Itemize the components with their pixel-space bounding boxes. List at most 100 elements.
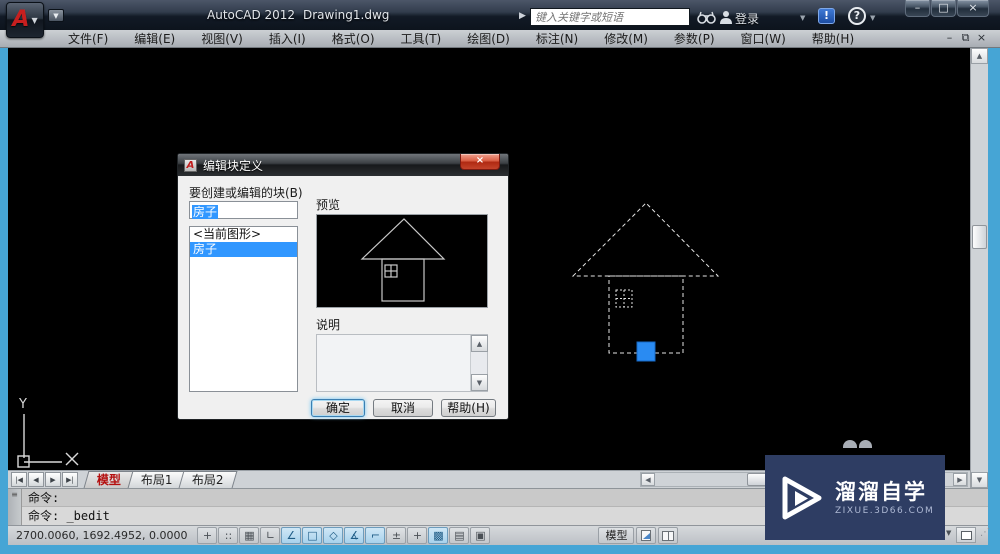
block-list-item-house[interactable]: 房子 (190, 242, 297, 257)
app-title: AutoCAD 2012 (207, 8, 296, 22)
description-scroll-down-icon[interactable]: ▼ (471, 374, 488, 391)
dialog-close-button[interactable]: × (460, 154, 500, 170)
menu-item-format[interactable]: 格式(O) (319, 30, 388, 48)
toggle-icon: ⌐ (370, 529, 381, 542)
toggle-infer-constraints[interactable]: + (197, 527, 218, 544)
menu-item-edit[interactable]: 编辑(E) (121, 30, 188, 48)
help-button[interactable]: 帮助(H) (441, 399, 496, 417)
application-menu-button[interactable]: A ▼ (6, 2, 44, 38)
scroll-up-icon[interactable]: ▲ (971, 48, 988, 64)
watermark-play-logo-icon (782, 476, 822, 519)
status-toggles: + :: ▦ ∟ ∠ □ ◇ ∡ ⌐ ± + ▩ ▤ ▣ (197, 527, 491, 544)
toggle-icon: :: (224, 529, 233, 542)
toggle-grid-display[interactable]: ▦ (239, 527, 260, 544)
toggle-object-snap[interactable]: □ (302, 527, 323, 544)
mdi-close-button[interactable]: × (974, 31, 989, 45)
toggle-icon: + (412, 529, 423, 542)
toggle-lineweight[interactable]: + (407, 527, 428, 544)
block-list-item-current-drawing[interactable]: <当前图形> (190, 227, 297, 242)
menu-item-window[interactable]: 窗口(W) (728, 30, 799, 48)
quick-view-drawings-button[interactable] (658, 527, 679, 544)
house-body (608, 275, 684, 354)
ucs-icon (17, 414, 79, 468)
roof-triangle (571, 202, 720, 277)
tab-model[interactable]: 模型 (83, 471, 135, 488)
mdi-restore-button[interactable]: ⧉ (958, 31, 973, 45)
user-icon[interactable] (719, 8, 733, 26)
watermark-title: 溜溜自学 (835, 479, 927, 504)
scroll-left-icon[interactable]: ◀ (641, 473, 655, 486)
scroll-right-icon[interactable]: ▶ (953, 473, 967, 486)
toggle-selection-cycling[interactable]: ▣ (470, 527, 491, 544)
resize-grip-icon[interactable]: ⋰ (980, 527, 990, 538)
toggle-snap-mode[interactable]: :: (218, 527, 239, 544)
tab-last-icon[interactable]: ▶| (62, 472, 78, 487)
toggle-dynamic-ucs[interactable]: ⌐ (365, 527, 386, 544)
toggle-3d-object-snap[interactable]: ◇ (323, 527, 344, 544)
tab-layout2[interactable]: 布局2 (178, 471, 238, 488)
clean-screen-button[interactable] (956, 527, 976, 543)
cancel-button[interactable]: 取消 (373, 399, 433, 417)
statusbar-menu-caret-icon[interactable]: ▼ (946, 529, 951, 537)
command-window-grip[interactable]: ≡ (8, 489, 22, 526)
signin-caret-icon[interactable]: ▼ (800, 14, 805, 22)
tab-prev-icon[interactable]: ◀ (28, 472, 44, 487)
search-binoculars-icon[interactable] (696, 8, 718, 26)
description-field[interactable]: ▲ ▼ (316, 334, 488, 392)
help-caret-icon[interactable]: ▼ (870, 14, 875, 22)
search-flyout-arrow-icon[interactable]: ▶ (519, 11, 526, 21)
clean-screen-icon (960, 530, 972, 540)
dialog-body: 要创建或编辑的块(B) 房子 <当前图形> 房子 预览 说明 ▲ ▼ 确定 取消… (178, 176, 508, 419)
tab-layout1[interactable]: 布局1 (127, 471, 187, 488)
menu-item-insert[interactable]: 插入(I) (256, 30, 319, 48)
vertical-scrollbar[interactable]: ▲ ▼ (970, 48, 988, 488)
model-space-button[interactable]: 模型 (598, 527, 635, 544)
signin-link[interactable]: 登录 (735, 10, 759, 27)
menu-item-help[interactable]: 帮助(H) (799, 30, 867, 48)
edit-block-definition-dialog: A 编辑块定义 × 要创建或编辑的块(B) 房子 <当前图形> 房子 预览 说明… (177, 153, 509, 420)
menu-item-parametric[interactable]: 参数(P) (661, 30, 728, 48)
coordinates-readout[interactable]: 2700.0060, 1692.4952, 0.0000 (8, 529, 197, 542)
window-minimize-button[interactable]: – (905, 0, 930, 17)
grip-point[interactable] (636, 341, 656, 362)
toggle-ortho-mode[interactable]: ∟ (260, 527, 281, 544)
toggle-icon: ± (391, 529, 402, 542)
search-input[interactable] (530, 8, 690, 26)
menu-item-tools[interactable]: 工具(T) (388, 30, 455, 48)
menu-item-draw[interactable]: 绘图(D) (454, 30, 523, 48)
dialog-titlebar[interactable]: A 编辑块定义 (178, 154, 508, 176)
toggle-transparency[interactable]: ▩ (428, 527, 449, 544)
block-list[interactable]: <当前图形> 房子 (189, 226, 298, 392)
scroll-down-icon[interactable]: ▼ (971, 472, 988, 488)
watermark-subtitle: ZIXUE.3D66.COM (835, 505, 935, 516)
quick-view-layouts-button[interactable] (636, 527, 657, 544)
autocad-logo-icon: A (12, 7, 30, 32)
dialog-title: 编辑块定义 (203, 158, 264, 173)
quick-access-dropdown-button[interactable]: ▼ (48, 9, 64, 22)
toggle-object-snap-tracking[interactable]: ∡ (344, 527, 365, 544)
toggle-icon: ◇ (329, 529, 338, 542)
menu-item-dimension[interactable]: 标注(N) (523, 30, 591, 48)
block-name-input-value: 房子 (192, 205, 219, 219)
window-maximize-button[interactable]: □ (931, 0, 956, 17)
exchange-icon[interactable]: ! (818, 8, 835, 24)
mdi-minimize-button[interactable]: – (942, 31, 957, 45)
menu-item-file[interactable]: 文件(F) (55, 30, 121, 48)
window-close-button[interactable]: × (957, 0, 989, 17)
ok-button[interactable]: 确定 (311, 399, 365, 417)
toggle-dynamic-input[interactable]: ± (386, 527, 407, 544)
toggle-polar-tracking[interactable]: ∠ (281, 527, 302, 544)
menu-item-view[interactable]: 视图(V) (188, 30, 256, 48)
description-scrollbar[interactable]: ▲ ▼ (470, 335, 488, 391)
block-name-input[interactable]: 房子 (189, 201, 298, 219)
toggle-quick-properties[interactable]: ▤ (449, 527, 470, 544)
menu-item-modify[interactable]: 修改(M) (591, 30, 661, 48)
toggle-icon: ▩ (433, 529, 444, 542)
tab-first-icon[interactable]: |◀ (11, 472, 27, 487)
vertical-scroll-thumb[interactable] (972, 225, 987, 249)
help-icon[interactable]: ? (848, 7, 866, 25)
description-scroll-up-icon[interactable]: ▲ (471, 335, 488, 352)
titlebar: AutoCAD 2012 Drawing1.dwg ▶ 登录 ▼ ! ? ▼ –… (0, 0, 1000, 30)
toggle-icon: + (202, 529, 213, 542)
tab-next-icon[interactable]: ▶ (45, 472, 61, 487)
